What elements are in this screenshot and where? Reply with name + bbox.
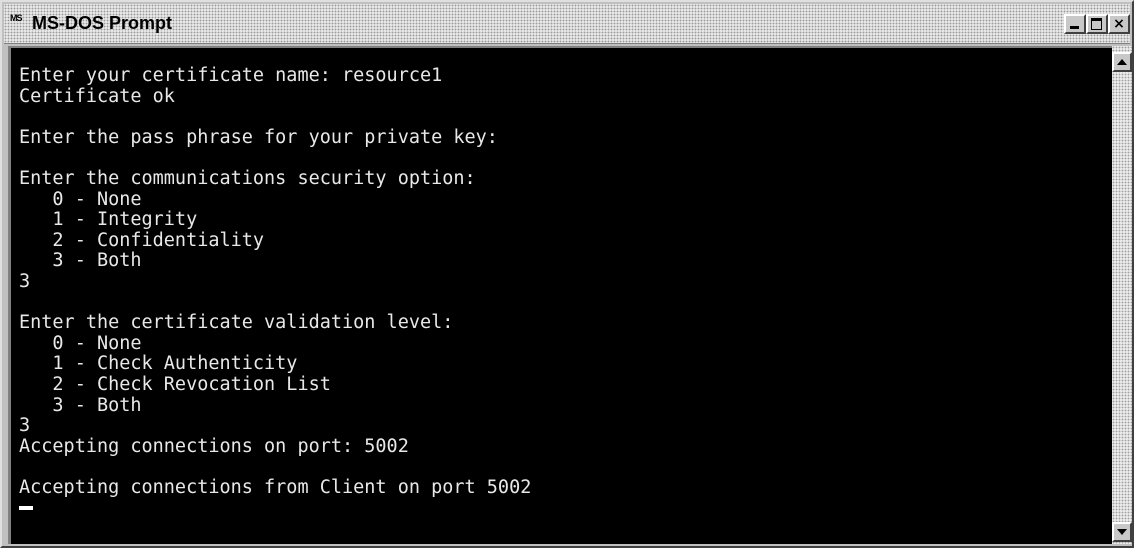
console-line: Enter the communications security option… <box>19 167 476 189</box>
close-button[interactable]: × <box>1108 14 1130 34</box>
console-line: 1 - Integrity <box>19 209 198 231</box>
console-line: Certificate ok <box>19 85 175 107</box>
console-line: 3 - Both <box>19 394 142 416</box>
minimize-button[interactable] <box>1064 14 1086 34</box>
console-line: 2 - Check Revocation List <box>19 373 331 395</box>
console-line: Accepting connections on port: 5002 <box>19 435 409 457</box>
console-line: 2 - Confidentiality <box>19 229 265 251</box>
console-text: Enter your certificate name: resource1 Ce… <box>19 65 532 511</box>
console-line: 3 <box>19 415 31 437</box>
window-title: MS-DOS Prompt <box>32 13 173 33</box>
console-line: 0 - None <box>19 332 142 354</box>
maximize-button[interactable] <box>1086 14 1108 34</box>
console-line: 3 - Both <box>19 250 142 272</box>
console-output[interactable]: Enter your certificate name: resource1 Ce… <box>8 46 1112 544</box>
text-cursor <box>19 506 33 511</box>
console-line: 0 - None <box>19 188 142 210</box>
scroll-down-button[interactable] <box>1112 522 1132 542</box>
ms-dos-window: MS MS-DOS Prompt × Enter your certificat… <box>0 0 1134 548</box>
vertical-scrollbar[interactable] <box>1112 46 1132 544</box>
scroll-up-button[interactable] <box>1112 52 1132 72</box>
console-line: Enter the pass phrase for your private k… <box>19 126 498 148</box>
console-line: 3 <box>19 270 31 292</box>
close-icon: × <box>1113 16 1125 32</box>
title-bar[interactable]: MS MS-DOS Prompt × <box>4 4 1130 44</box>
console-line: Enter your certificate name: resource1 <box>19 65 443 86</box>
ms-dos-icon: MS <box>10 13 23 23</box>
console-line: 1 - Check Authenticity <box>19 353 298 375</box>
console-line: Enter the certificate validation level: <box>19 312 454 334</box>
minimize-icon <box>1066 16 1084 32</box>
maximize-icon <box>1088 16 1106 32</box>
console-line: Accepting connections from Client on por… <box>19 476 532 498</box>
